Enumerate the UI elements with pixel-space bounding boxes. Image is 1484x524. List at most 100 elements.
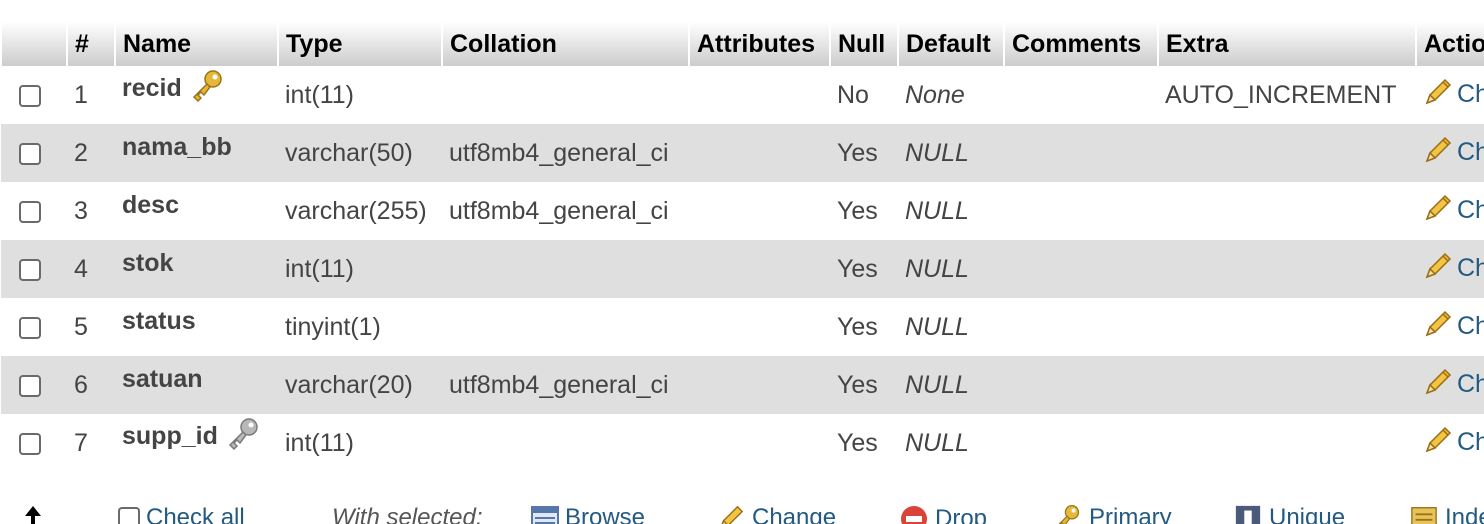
change-link[interactable]: Change	[1457, 428, 1484, 456]
col-header-attributes[interactable]: Attributes	[688, 22, 830, 66]
row-checkbox[interactable]	[19, 258, 41, 281]
field-null: Yes	[830, 182, 898, 240]
check-all-checkbox[interactable]	[118, 507, 140, 524]
col-header-null[interactable]: Null	[829, 22, 898, 66]
change-button[interactable]: Change	[716, 504, 836, 524]
field-comments	[1004, 182, 1158, 240]
field-name: nama_bb	[122, 132, 232, 161]
field-extra	[1158, 298, 1416, 356]
table-row: 7supp_id int(11) YesNULL Change	[1, 414, 1484, 472]
field-type: tinyint(1)	[278, 298, 442, 356]
field-null: Yes	[830, 414, 898, 472]
field-extra	[1158, 182, 1416, 240]
arrow-up-icon	[22, 504, 44, 524]
row-checkbox[interactable]	[19, 374, 41, 397]
change-link[interactable]: Change	[1457, 254, 1484, 282]
field-name-cell: desc	[115, 182, 278, 240]
change-link[interactable]: Change	[1457, 138, 1484, 166]
field-null: Yes	[830, 124, 898, 182]
field-default: NULL	[898, 182, 1004, 240]
field-type: int(11)	[278, 66, 442, 124]
field-name: recid	[122, 73, 182, 102]
col-header-name[interactable]: Name	[114, 22, 278, 66]
field-name-cell: stok	[115, 240, 278, 298]
row-checkbox[interactable]	[19, 200, 41, 223]
field-collation	[442, 414, 689, 472]
field-attributes	[689, 182, 830, 240]
row-checkbox[interactable]	[19, 432, 41, 455]
drop-button[interactable]: Drop	[899, 504, 987, 524]
pencil-icon	[1423, 367, 1453, 404]
field-default: NULL	[898, 298, 1004, 356]
field-name-cell: satuan	[115, 356, 278, 414]
field-null: Yes	[830, 356, 898, 414]
pencil-icon	[1423, 193, 1453, 230]
field-attributes	[689, 298, 830, 356]
row-number: 7	[67, 414, 115, 472]
field-name: desc	[122, 190, 179, 219]
field-type: int(11)	[278, 240, 442, 298]
change-action[interactable]: Change	[1416, 66, 1484, 124]
change-action[interactable]: Change	[1416, 356, 1484, 414]
field-name-cell: recid	[115, 66, 278, 124]
field-collation: utf8mb4_general_ci	[442, 124, 689, 182]
col-header-extra[interactable]: Extra	[1157, 22, 1416, 66]
change-link[interactable]: Change	[1457, 312, 1484, 340]
change-action[interactable]: Change	[1416, 182, 1484, 240]
row-checkbox[interactable]	[19, 142, 41, 165]
field-null: Yes	[830, 298, 898, 356]
change-link[interactable]: Change	[1457, 196, 1484, 224]
row-select-cell	[1, 182, 67, 240]
field-collation	[442, 240, 689, 298]
primary-key-icon	[190, 69, 224, 110]
table-row: 2 nama_bb varchar(50) utf8mb4_general_ci Yes…	[1, 124, 1484, 182]
row-checkbox[interactable]	[19, 316, 41, 339]
index-button[interactable]: Index	[1409, 504, 1484, 524]
row-checkbox[interactable]	[19, 84, 41, 107]
col-header-select	[0, 22, 67, 66]
check-all-link[interactable]: Check all	[146, 504, 245, 524]
check-all-control[interactable]: Check all	[118, 504, 245, 524]
browse-button[interactable]: Browse	[531, 504, 645, 524]
col-header-default[interactable]: Default	[897, 22, 1004, 66]
col-header-type[interactable]: Type	[277, 22, 442, 66]
change-link[interactable]: Change	[1457, 370, 1484, 398]
pencil-icon	[1423, 425, 1453, 462]
change-action[interactable]: Change	[1416, 240, 1484, 298]
row-number: 5	[67, 298, 115, 356]
field-name-cell: status	[115, 298, 278, 356]
table-row: 3 desc varchar(255) utf8mb4_general_ci Yes NU…	[1, 182, 1484, 240]
field-name-cell: nama_bb	[115, 124, 278, 182]
pencil-icon	[1423, 251, 1453, 288]
field-extra	[1158, 240, 1416, 298]
row-number: 2	[67, 124, 115, 182]
col-header-action: Action	[1415, 22, 1484, 66]
field-attributes	[689, 414, 830, 472]
row-number: 3	[67, 182, 115, 240]
pencil-icon	[1423, 77, 1453, 114]
change-action[interactable]: Change	[1416, 414, 1484, 472]
field-comments	[1004, 66, 1158, 124]
col-header-num[interactable]: #	[66, 22, 115, 66]
index-icon	[1411, 507, 1437, 524]
col-header-collation[interactable]: Collation	[441, 22, 689, 66]
row-select-cell	[1, 124, 67, 182]
field-collation: utf8mb4_general_ci	[442, 182, 689, 240]
field-attributes	[689, 356, 830, 414]
row-select-cell	[1, 414, 67, 472]
index-key-icon	[226, 417, 260, 458]
field-name-cell: supp_id	[115, 414, 278, 472]
unique-button[interactable]: Unique	[1233, 504, 1345, 524]
change-link[interactable]: Change	[1457, 80, 1484, 108]
change-action[interactable]: Change	[1416, 298, 1484, 356]
table-row: 6 satuan varchar(20) utf8mb4_general_ci Yes N…	[1, 356, 1484, 414]
with-selected-label: With selected:	[332, 504, 483, 524]
field-default: NULL	[898, 124, 1004, 182]
browse-icon	[531, 506, 559, 524]
primary-button[interactable]: Primary	[1051, 504, 1172, 524]
col-header-comments[interactable]: Comments	[1003, 22, 1158, 66]
field-name: stok	[122, 248, 174, 277]
field-attributes	[689, 124, 830, 182]
drop-icon	[901, 506, 927, 524]
change-action[interactable]: Change	[1416, 124, 1484, 182]
